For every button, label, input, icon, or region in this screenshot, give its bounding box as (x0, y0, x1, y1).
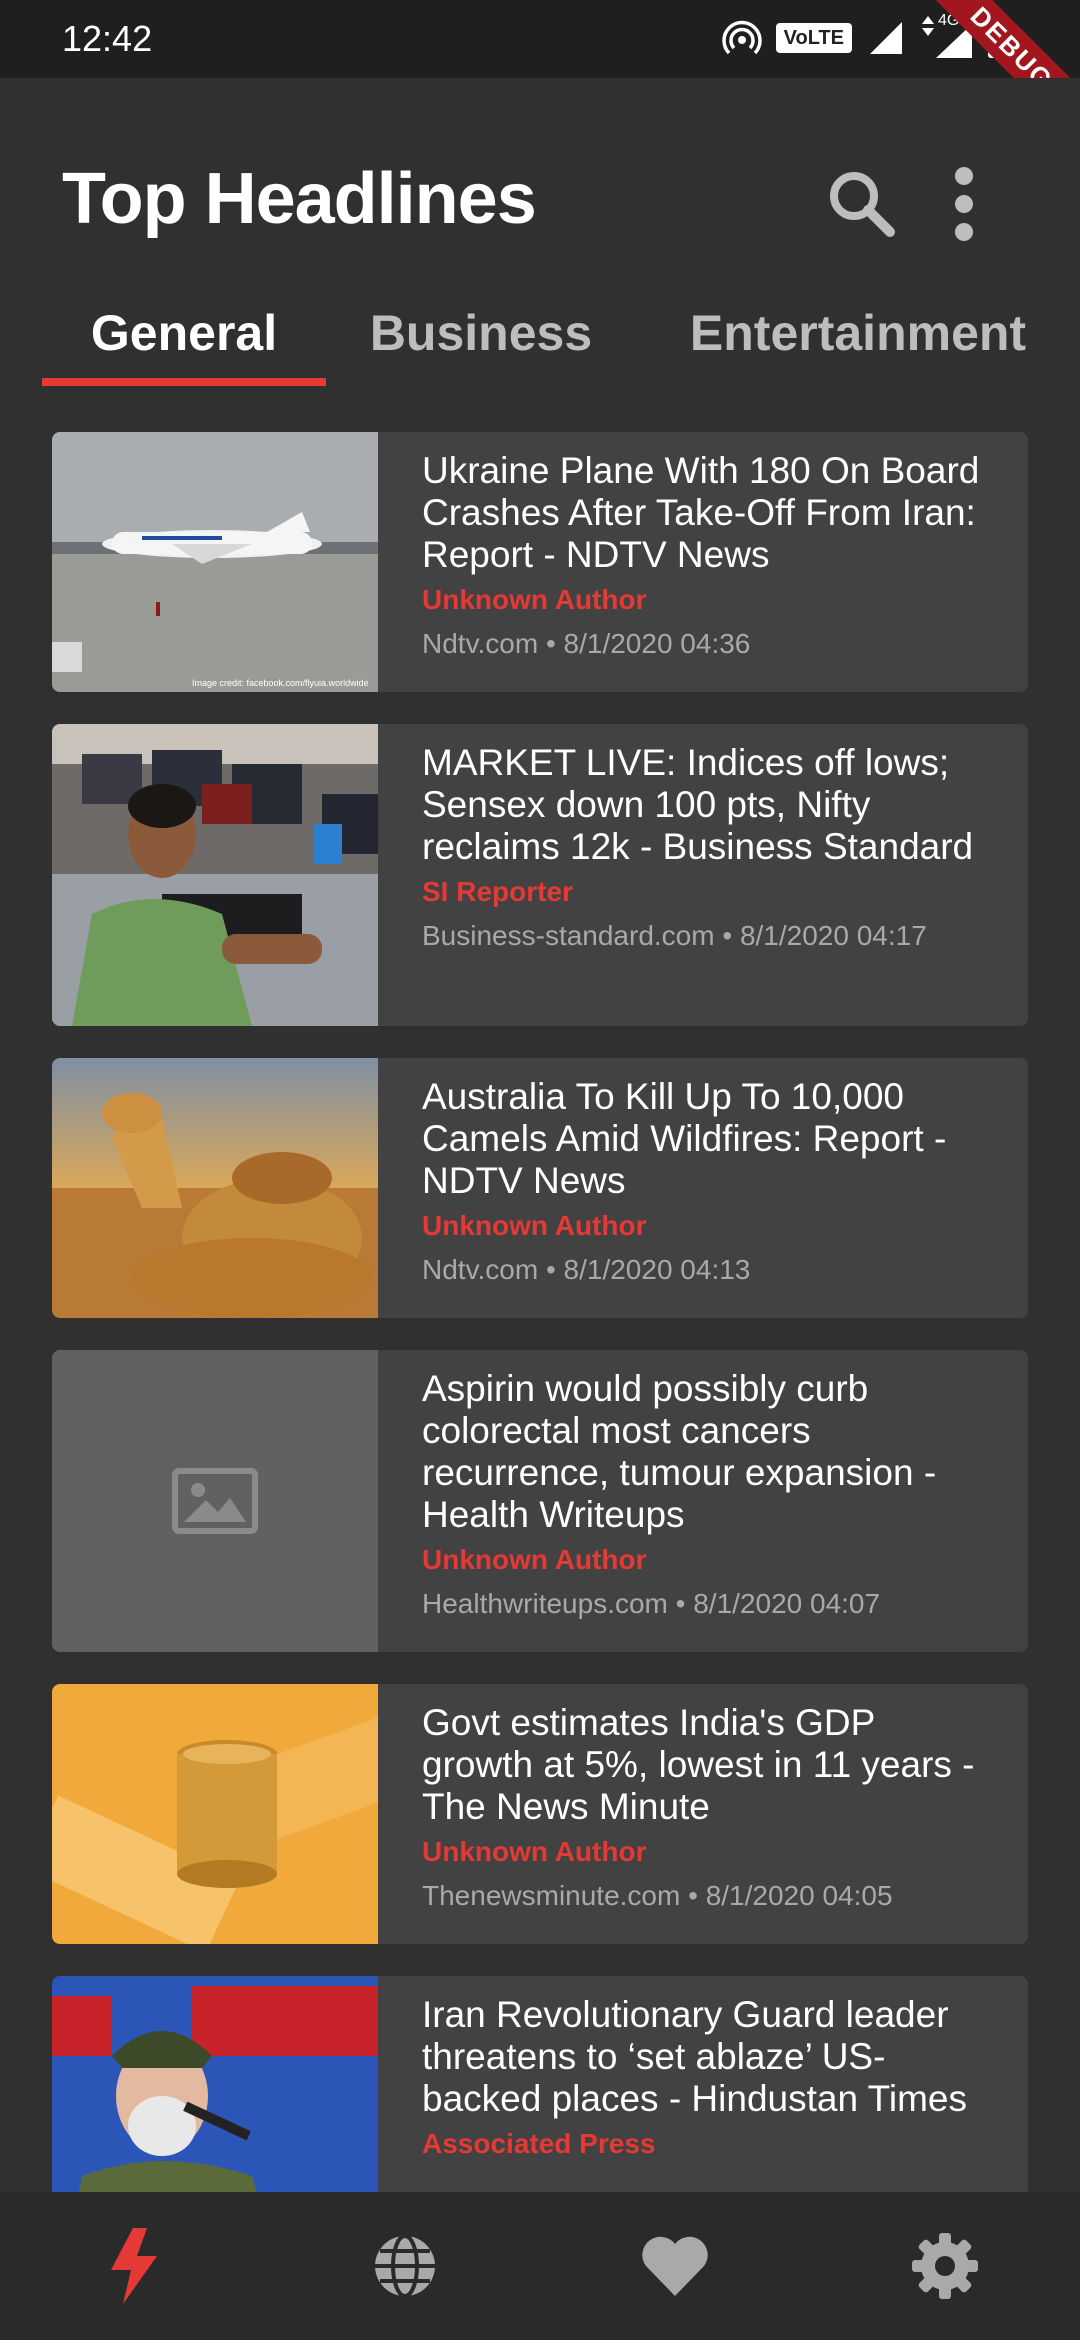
volte-badge: VoLTE (775, 23, 852, 53)
more-dot (955, 167, 973, 185)
app-bar: Top Headlines General Business Entertain… (0, 78, 1080, 388)
article-author: SI Reporter (422, 876, 573, 907)
flash-icon (111, 2228, 157, 2304)
article-thumbnail: Image credit: facebook.com/flyuia.worldw… (52, 432, 378, 692)
nav-explore[interactable] (360, 2221, 450, 2311)
article-thumbnail (52, 724, 378, 1026)
status-time: 12:42 (62, 18, 153, 59)
signal-icon (870, 22, 902, 54)
globe-icon (375, 2234, 435, 2298)
bottom-navigation (0, 2192, 1080, 2340)
status-bar: 12:42 VoLTE 4G DEBUG (0, 0, 1080, 155)
article-meta: Ndtv.com • 8/1/2020 04:13 (422, 1254, 751, 1285)
article-title[interactable]: MARKET LIVE: Indices off lows; Sensex do… (422, 742, 988, 868)
search-icon[interactable] (822, 164, 902, 244)
article-body: Australia To Kill Up To 10,000 Camels Am… (378, 1058, 1028, 1318)
category-tabs: General Business Entertainment (0, 288, 1080, 388)
more-dot (955, 223, 973, 241)
article-body: MARKET LIVE: Indices off lows; Sensex do… (378, 724, 1028, 1026)
tab-indicator (42, 378, 326, 386)
article-meta: Thenewsminute.com • 8/1/2020 04:05 (422, 1880, 893, 1911)
news-card[interactable]: Australia To Kill Up To 10,000 Camels Am… (52, 1058, 1028, 1318)
article-author: Unknown Author (422, 1544, 647, 1575)
nav-favorites[interactable] (630, 2221, 720, 2311)
nav-settings[interactable] (900, 2221, 990, 2311)
nav-headlines[interactable] (90, 2221, 180, 2311)
article-title[interactable]: Australia To Kill Up To 10,000 Camels Am… (422, 1076, 988, 1202)
article-author: Unknown Author (422, 1210, 647, 1241)
article-thumbnail (52, 1976, 378, 2192)
article-thumbnail-placeholder (52, 1350, 378, 1652)
news-card[interactable]: MARKET LIVE: Indices off lows; Sensex do… (52, 724, 1028, 1026)
article-title[interactable]: Iran Revolutionary Guard leader threaten… (422, 1994, 988, 2120)
article-body: Aspirin would possibly curb colorectal m… (378, 1350, 1028, 1652)
article-author: Associated Press (422, 2128, 656, 2159)
heart-icon (642, 2236, 708, 2296)
page-title: Top Headlines (62, 159, 537, 239)
news-card[interactable]: Iran Revolutionary Guard leader threaten… (52, 1976, 1028, 2192)
article-meta: Business-standard.com • 8/1/2020 04:17 (422, 920, 927, 951)
settings-icon (912, 2233, 978, 2299)
article-meta: Healthwriteups.com • 8/1/2020 04:07 (422, 1588, 881, 1619)
article-author: Unknown Author (422, 584, 647, 615)
tab-general[interactable]: General (42, 288, 326, 378)
article-author: Unknown Author (422, 1836, 647, 1867)
article-meta: Ndtv.com • 8/1/2020 04:36 (422, 628, 751, 659)
article-title[interactable]: Aspirin would possibly curb colorectal m… (422, 1368, 988, 1536)
news-card[interactable]: Image credit: facebook.com/flyuia.worldw… (52, 432, 1028, 692)
article-body: Iran Revolutionary Guard leader threaten… (378, 1976, 1028, 2192)
news-list[interactable]: Image credit: facebook.com/flyuia.worldw… (0, 388, 1080, 2192)
article-body: Ukraine Plane With 180 On Board Crashes … (378, 432, 1028, 692)
news-card[interactable]: Aspirin would possibly curb colorectal m… (52, 1350, 1028, 1652)
article-thumbnail (52, 1684, 378, 1944)
article-title[interactable]: Govt estimates India's GDP growth at 5%,… (422, 1702, 988, 1828)
article-body: Govt estimates India's GDP growth at 5%,… (378, 1684, 1028, 1944)
image-placeholder-icon (172, 1468, 258, 1534)
more-dot (955, 195, 973, 213)
news-card[interactable]: Govt estimates India's GDP growth at 5%,… (52, 1684, 1028, 1944)
tab-business[interactable]: Business (356, 288, 606, 378)
article-title[interactable]: Ukraine Plane With 180 On Board Crashes … (422, 450, 988, 576)
image-credit: Image credit: facebook.com/flyuia.worldw… (192, 678, 369, 688)
tab-entertainment[interactable]: Entertainment (666, 288, 1050, 378)
more-options-button[interactable] (944, 164, 984, 244)
article-thumbnail (52, 1058, 378, 1318)
hotspot-icon (721, 20, 762, 55)
